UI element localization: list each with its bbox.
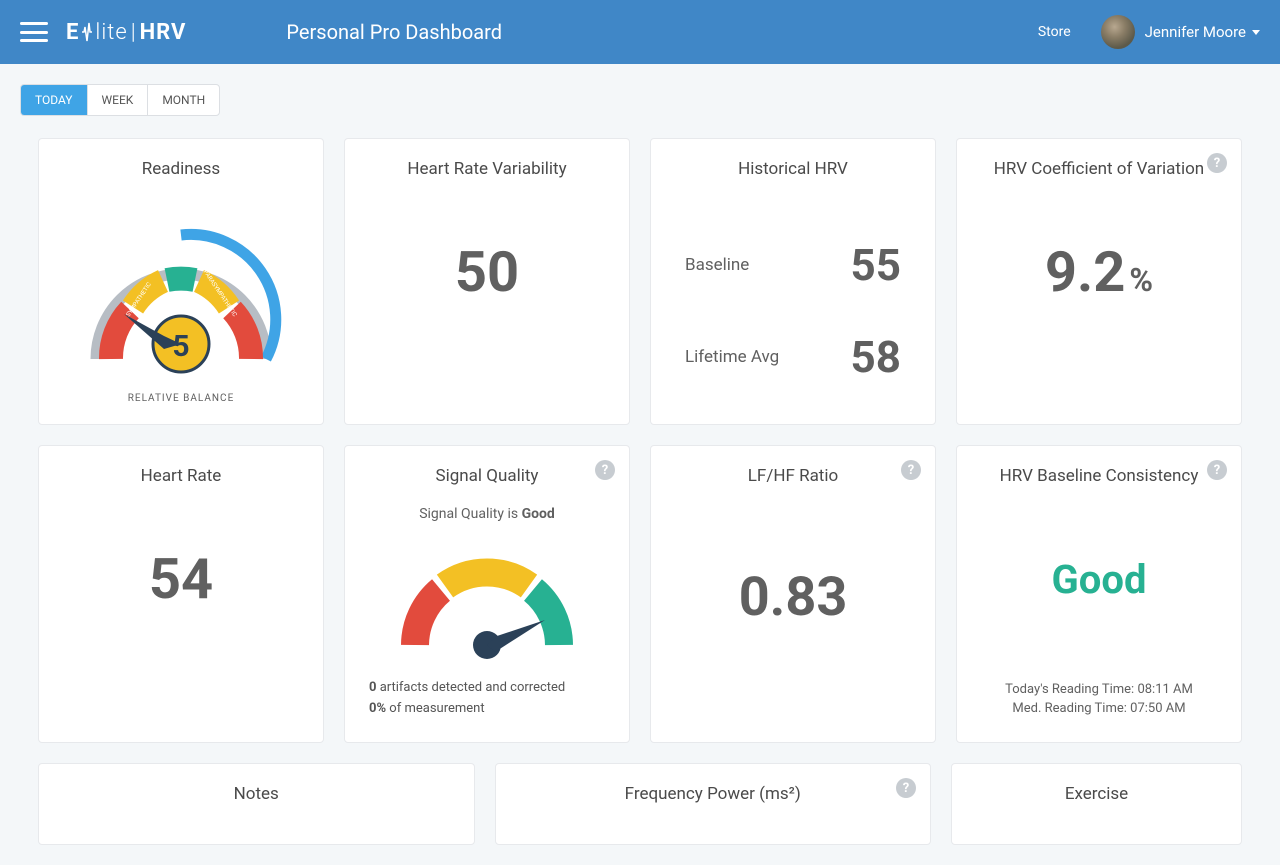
help-icon[interactable]: ? — [901, 460, 921, 480]
hrv-card: Heart Rate Variability 50 — [344, 138, 630, 425]
help-icon[interactable]: ? — [1207, 460, 1227, 480]
lfhf-card: LF/HF Ratio ? 0.83 — [650, 445, 936, 743]
card-title: HRV Baseline Consistency — [975, 466, 1223, 486]
signal-gauge — [363, 540, 611, 660]
frequency-power-card: Frequency Power (ms²) ? — [495, 763, 932, 845]
svg-text:5: 5 — [172, 329, 189, 364]
heart-rate-card: Heart Rate 54 — [38, 445, 324, 743]
store-link[interactable]: Store — [1038, 24, 1071, 40]
card-title: Readiness — [57, 159, 305, 179]
historical-hrv-card: Historical HRV Baseline 55 Lifetime Avg … — [650, 138, 936, 425]
hist-value: 58 — [851, 331, 902, 383]
signal-quality-text: Signal Quality is Good — [363, 506, 611, 522]
logo-pulse-icon — [81, 19, 93, 45]
cov-value: 9.2% — [975, 239, 1223, 305]
cards-grid-row1: Readiness 5 SYMPATHETIC PARASYMPATHETIC — [20, 138, 1260, 425]
avatar — [1101, 15, 1135, 49]
gauge-caption: RELATIVE BALANCE — [128, 393, 235, 404]
historical-row-baseline: Baseline 55 — [669, 219, 917, 311]
app-header: E lite | HRV Personal Pro Dashboard Stor… — [0, 0, 1280, 64]
logo-suffix: HRV — [140, 20, 187, 45]
menu-icon[interactable] — [20, 22, 48, 42]
card-title: Heart Rate Variability — [363, 159, 611, 179]
card-title: Notes — [57, 784, 456, 804]
tab-week[interactable]: WEEK — [88, 85, 149, 115]
cards-grid-row3: Notes Frequency Power (ms²) ? Exercise — [20, 763, 1260, 845]
card-title: HRV Coefficient of Variation — [975, 159, 1223, 179]
historical-row-lifetime: Lifetime Avg 58 — [669, 311, 917, 403]
card-title: Frequency Power (ms²) — [514, 784, 913, 804]
baseline-consistency-card: HRV Baseline Consistency ? Good Today's … — [956, 445, 1242, 743]
signal-artifacts: 0 artifacts detected and corrected 0% of… — [369, 680, 611, 716]
hr-value: 54 — [57, 546, 305, 612]
reading-times: Today's Reading Time: 08:11 AM Med. Read… — [957, 682, 1241, 720]
exercise-card: Exercise — [951, 763, 1242, 845]
readiness-card: Readiness 5 SYMPATHETIC PARASYMPATHETIC — [38, 138, 324, 425]
lfhf-value: 0.83 — [669, 566, 917, 629]
card-title: Historical HRV — [669, 159, 917, 179]
card-title: Signal Quality — [363, 466, 611, 486]
hist-label: Baseline — [685, 255, 749, 275]
hrv-value: 50 — [363, 239, 611, 305]
hist-value: 55 — [851, 239, 902, 291]
card-title: LF/HF Ratio — [669, 466, 917, 486]
username: Jennifer Moore — [1145, 23, 1246, 41]
logo-mid: lite — [95, 20, 127, 45]
content-area: TODAY WEEK MONTH Readiness 5 SYMPA — [0, 64, 1280, 865]
card-title: Exercise — [970, 784, 1223, 804]
help-icon[interactable]: ? — [1207, 153, 1227, 173]
tab-today[interactable]: TODAY — [21, 85, 88, 115]
tab-month[interactable]: MONTH — [148, 85, 219, 115]
baseline-status: Good — [975, 556, 1223, 603]
time-range-tabs: TODAY WEEK MONTH — [20, 84, 220, 116]
hist-label: Lifetime Avg — [685, 347, 779, 367]
user-menu[interactable]: Jennifer Moore — [1101, 15, 1260, 49]
logo[interactable]: E lite | HRV — [66, 19, 186, 45]
card-title: Heart Rate — [57, 466, 305, 486]
chevron-down-icon — [1252, 30, 1260, 35]
readiness-gauge: 5 SYMPATHETIC PARASYMPATHETIC RELATIVE B… — [57, 219, 305, 404]
help-icon[interactable]: ? — [896, 778, 916, 798]
cov-card: HRV Coefficient of Variation ? 9.2% — [956, 138, 1242, 425]
help-icon[interactable]: ? — [595, 460, 615, 480]
notes-card: Notes — [38, 763, 475, 845]
cards-grid-row2: Heart Rate 54 Signal Quality ? Signal Qu… — [20, 445, 1260, 743]
signal-quality-card: Signal Quality ? Signal Quality is Good … — [344, 445, 630, 743]
page-title: Personal Pro Dashboard — [286, 20, 502, 44]
logo-prefix: E — [66, 20, 79, 45]
